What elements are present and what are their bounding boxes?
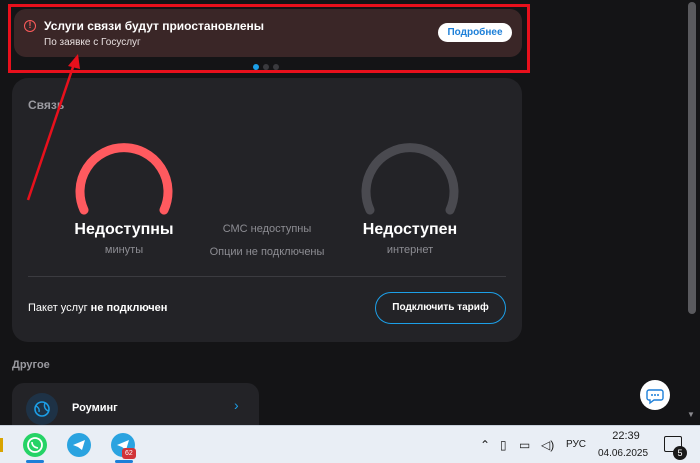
meet-now-icon[interactable]: ▯ [500, 438, 507, 452]
card-divider [28, 276, 506, 277]
network-icon[interactable]: ▭ [519, 438, 530, 452]
chat-bubble-icon [646, 389, 664, 405]
minutes-label: минуты [104, 244, 144, 256]
minutes-gauge [75, 143, 173, 215]
internet-value: Недоступен [362, 221, 458, 238]
tray-expand-icon[interactable]: ⌃ [480, 438, 490, 452]
carousel-dots [253, 64, 279, 70]
roaming-item[interactable]: Роуминг › [12, 383, 259, 427]
clock-time[interactable]: 22:39 [606, 430, 646, 442]
roaming-label: Роуминг [72, 402, 118, 414]
connect-tariff-button[interactable]: Подключить тариф [375, 292, 506, 324]
chevron-right-icon: › [234, 397, 239, 413]
telegram-icon[interactable] [67, 433, 91, 457]
taskbar-edge-app[interactable] [0, 438, 3, 452]
input-language[interactable]: РУС [566, 439, 586, 450]
telegram-unread-badge: 62 [122, 448, 136, 459]
windows-taskbar: 62 ⌃ ▯ ▭ ◁) РУС 22:39 04.06.2025 5 [0, 425, 700, 463]
notification-count: 5 [673, 446, 687, 460]
carousel-dot-3[interactable] [273, 64, 279, 70]
internet-gauge [361, 143, 459, 215]
connection-card: Связь Недоступны минуты СМС недоступны О… [12, 78, 522, 342]
minutes-value: Недоступны [74, 221, 174, 238]
carousel-dot-1[interactable] [253, 64, 259, 70]
carousel-dot-2[interactable] [263, 64, 269, 70]
package-status: Пакет услуг не подключен [28, 302, 167, 314]
globe-icon [26, 393, 58, 425]
internet-label: интернет [386, 244, 434, 256]
package-prefix: Пакет услуг [28, 302, 91, 314]
package-status-value: не подключен [90, 302, 168, 314]
sms-status: СМС недоступны [222, 223, 312, 235]
chat-button[interactable] [640, 380, 670, 410]
volume-icon[interactable]: ◁) [541, 438, 554, 452]
page-scrollbar[interactable]: ▼ [683, 0, 700, 425]
scrollbar-thumb[interactable] [688, 2, 696, 314]
clock-date[interactable]: 04.06.2025 [593, 448, 653, 459]
other-section-title: Другое [12, 359, 50, 371]
card-title: Связь [28, 98, 65, 112]
options-status: Опции не подключены [209, 246, 325, 258]
scroll-down-arrow-icon[interactable]: ▼ [687, 410, 695, 419]
whatsapp-icon[interactable] [23, 433, 47, 457]
alert-highlight-frame [8, 4, 530, 73]
